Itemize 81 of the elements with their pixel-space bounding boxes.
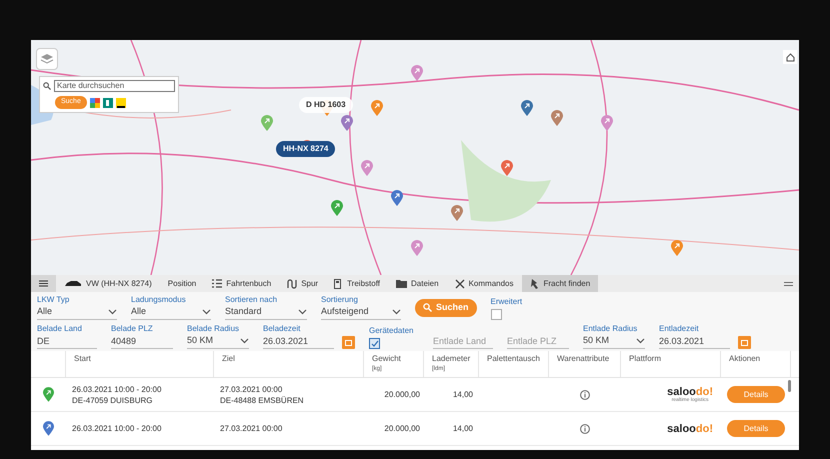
list-icon [212, 279, 222, 288]
column-header: Palettentausch [479, 351, 549, 377]
chevron-down-icon [392, 309, 401, 315]
column-header: Warenattribute [549, 351, 621, 377]
tools-icon [454, 278, 465, 288]
calendar-icon[interactable] [342, 336, 355, 349]
layers-icon [40, 53, 54, 65]
chevron-down-icon [108, 309, 117, 315]
dropdown-field[interactable]: 50 KM [187, 334, 249, 349]
vehicle-label[interactable]: HH-NX 8274 [276, 141, 336, 157]
map-search-field[interactable]: Karte durchsuchen [54, 80, 175, 92]
track-icon [287, 278, 298, 288]
dropdown-field[interactable]: 50 KM [583, 334, 645, 349]
column-header: Start [66, 351, 214, 377]
field-label: Belade PLZ [111, 324, 154, 334]
field-label: Entlade Radius [583, 324, 638, 334]
table-cell: 14,00 [452, 422, 473, 434]
field-label: Belade Radius [187, 324, 240, 334]
vehicle-label[interactable]: D HD 1603 [299, 97, 353, 113]
field-label: Belade Land [37, 324, 83, 334]
scrollbar-thumb[interactable] [788, 380, 791, 392]
column-header: Aktionen [721, 351, 791, 377]
table-cell: 14,00 [452, 388, 473, 400]
platform-logo: saloodo! [667, 424, 713, 434]
fuel-icon [334, 278, 344, 288]
info-icon[interactable] [580, 424, 590, 434]
table-cell-text: DE-48488 EMSBÜREN [220, 394, 305, 406]
table-cell-text: 26.03.2021 10:00 - 20:00 [72, 384, 162, 394]
table-cell: 20.000,00 [384, 388, 420, 400]
map-provider-icon[interactable] [116, 98, 126, 108]
field-label: Sortierung [321, 295, 359, 305]
table-cell-text: 27.03.2021 00:00 [220, 423, 284, 434]
tab[interactable]: VW (HH-NX 8274) [56, 275, 160, 292]
collapse-icon[interactable] [784, 282, 793, 286]
table-cell-text: 27.03.2021 00:00 [220, 384, 284, 394]
tab[interactable]: Dateien [388, 275, 447, 292]
menu-icon [39, 280, 48, 287]
text-field[interactable]: Entlade PLZ [507, 334, 569, 349]
tab[interactable]: Fracht finden [522, 275, 598, 292]
column-header: Ziel [214, 351, 364, 377]
table-cell: 20.000,00 [384, 422, 420, 434]
checkbox[interactable] [490, 309, 502, 320]
home-button[interactable] [783, 50, 797, 64]
tab[interactable]: Fahrtenbuch [204, 275, 280, 292]
field-label: Beladezeit [263, 324, 302, 334]
field-label: Gerätedaten [369, 326, 414, 336]
car-icon [64, 280, 82, 288]
field-label: Sortieren nach [225, 295, 278, 305]
layers-button[interactable] [36, 48, 58, 70]
field-label: LKW Typ [37, 295, 70, 305]
chevron-down-icon [202, 309, 211, 315]
column-header: Plattform [621, 351, 721, 377]
tab[interactable]: Treibstoff [326, 275, 388, 292]
text-field[interactable]: Entlade Land [433, 334, 493, 349]
text-field[interactable]: DE [37, 334, 97, 349]
dropdown-field[interactable]: Alle [131, 305, 211, 320]
tab[interactable]: Position [160, 275, 204, 292]
chevron-down-icon [240, 338, 249, 344]
tab[interactable]: Spur [279, 275, 326, 292]
chevron-down-icon [636, 338, 645, 344]
table-cell-text: DE-47059 DUISBURG [72, 394, 154, 406]
field-label: Ladungsmodus [131, 295, 187, 305]
search-icon [423, 303, 432, 312]
dropdown-field[interactable]: Standard [225, 305, 307, 320]
field-label: Entladezeit [659, 324, 700, 334]
date-field[interactable]: 26.03.2021 [659, 334, 730, 349]
date-field[interactable]: 26.03.2021 [263, 334, 334, 349]
folder-icon [396, 279, 407, 288]
chevron-down-icon [298, 309, 307, 315]
checkbox[interactable] [369, 338, 380, 349]
calendar-icon[interactable] [738, 336, 751, 349]
menu-button[interactable] [31, 275, 56, 292]
field-label: Erweitert [490, 297, 522, 307]
search-icon [43, 82, 51, 90]
info-icon[interactable] [580, 390, 590, 400]
text-field[interactable]: 40489 [111, 334, 173, 349]
dropdown-field[interactable]: Alle [37, 305, 117, 320]
table-cell-text: 26.03.2021 10:00 - 20:00 [72, 423, 162, 434]
dropdown-field[interactable]: Aufsteigend [321, 305, 401, 320]
tab[interactable]: Kommandos [446, 275, 522, 292]
home-icon [786, 52, 794, 62]
